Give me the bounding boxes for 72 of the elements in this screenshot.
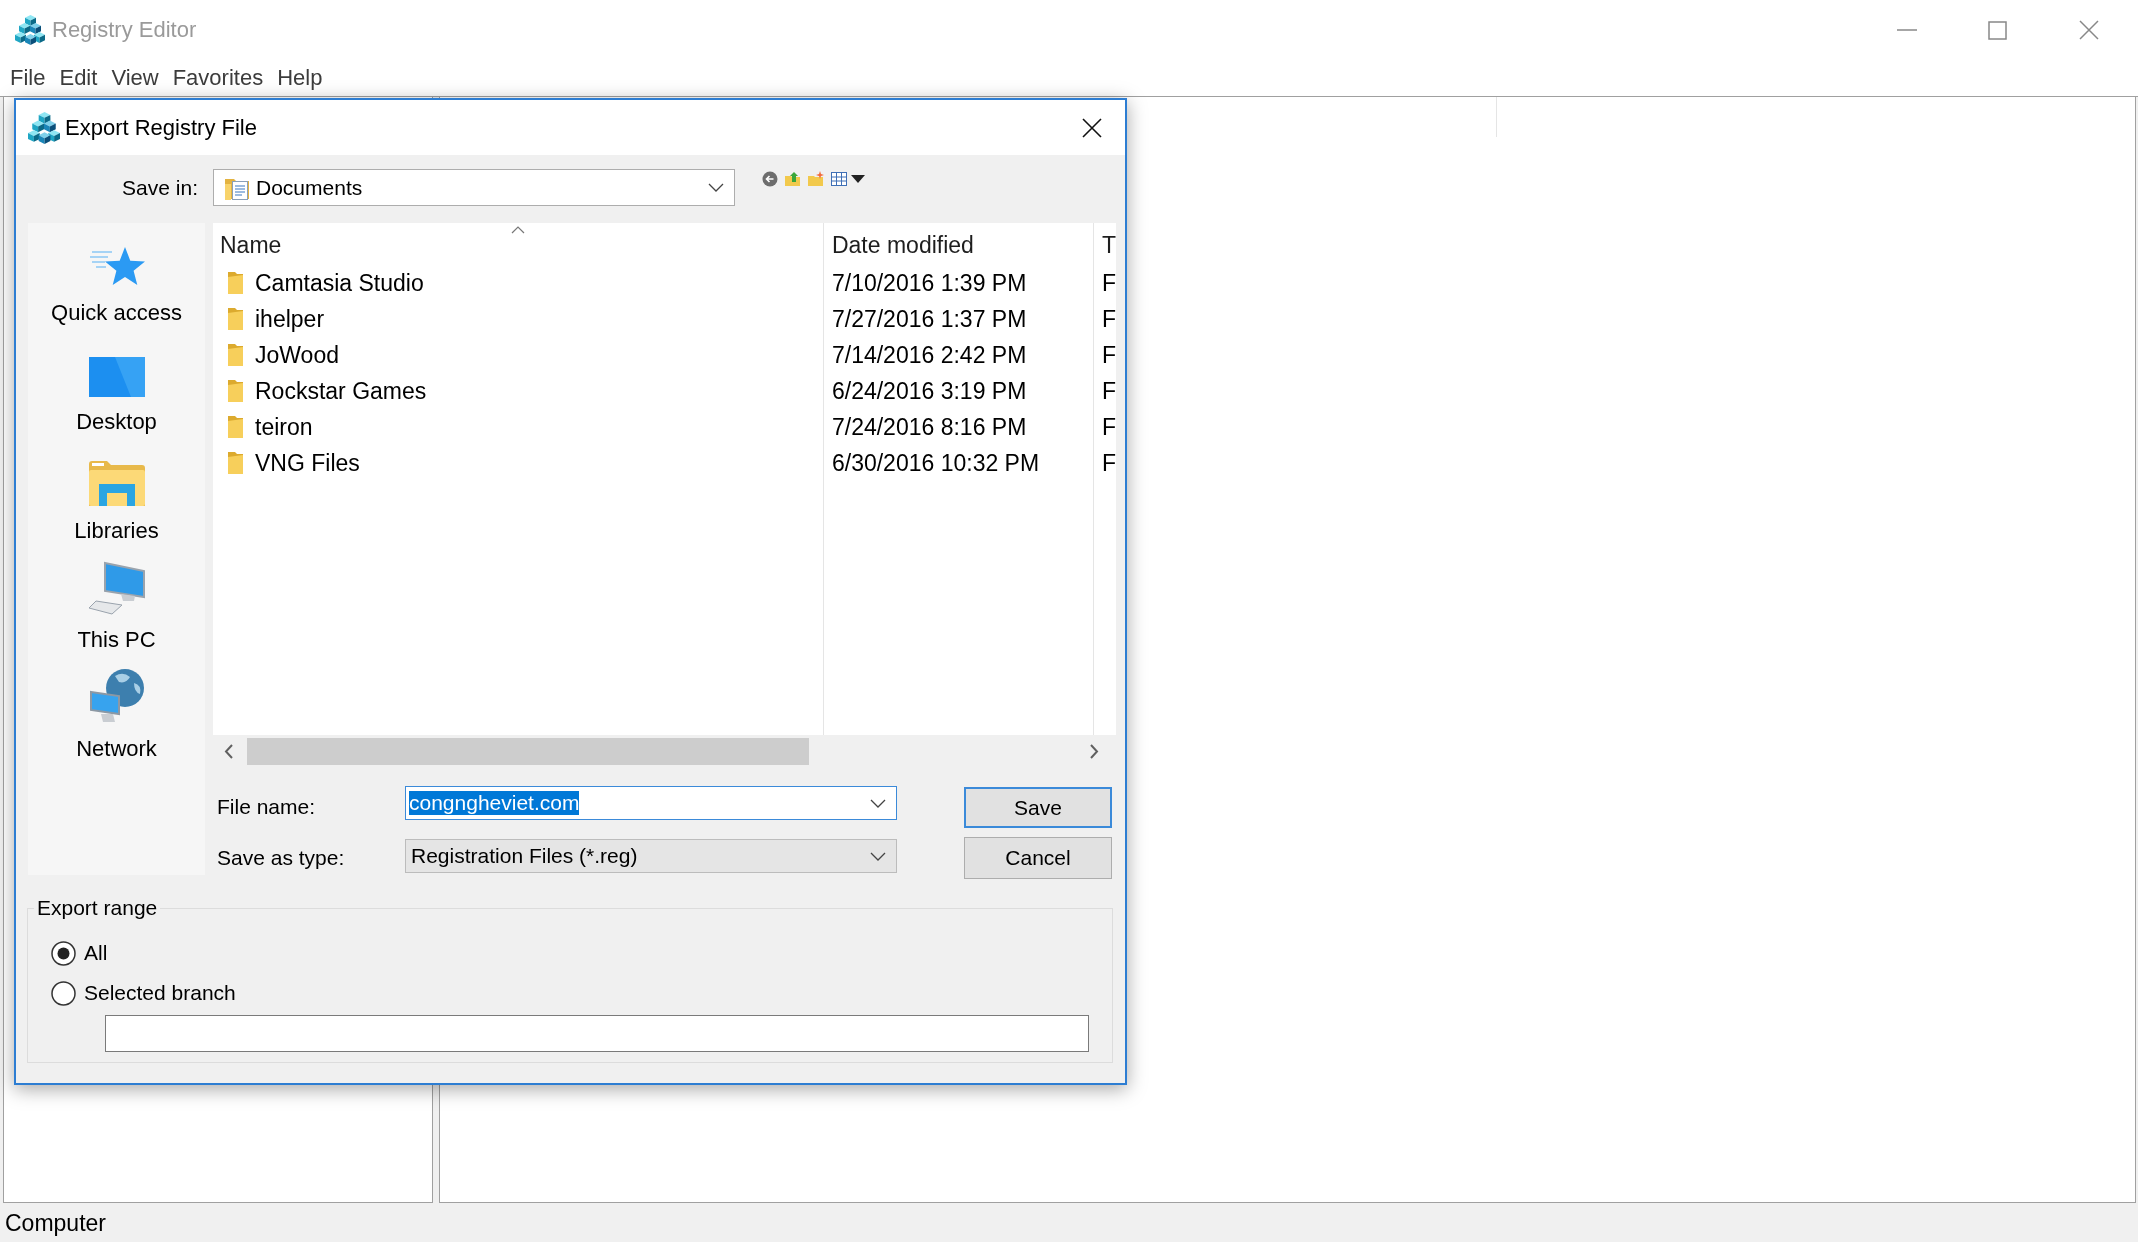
- folder-icon: [226, 343, 245, 367]
- library-folder-icon: [88, 460, 145, 506]
- places-item[interactable]: Network: [28, 666, 205, 775]
- table-cell: F: [1101, 413, 1116, 441]
- status-text: Computer: [5, 1208, 106, 1237]
- column-header[interactable]: T: [1093, 223, 1116, 265]
- dialog-title: Export Registry File: [65, 114, 257, 141]
- cubes-icon: [28, 111, 60, 144]
- table-cell: F: [1101, 449, 1116, 477]
- chevron-left-icon[interactable]: [224, 744, 234, 759]
- chevron-down-icon: [708, 183, 724, 192]
- maximize-icon[interactable]: [1988, 20, 2007, 40]
- field-label: File name:: [216, 793, 317, 820]
- date-modified-cell: 6/30/2016 10:32 PM: [831, 449, 1040, 477]
- folder-icon: [226, 379, 245, 403]
- places-item[interactable]: Quick access: [28, 230, 205, 339]
- chevron-right-icon[interactable]: [1090, 744, 1100, 759]
- menu-item[interactable]: Help: [270, 63, 330, 93]
- menu-item[interactable]: Favorites: [165, 63, 271, 93]
- radio-label: All: [84, 940, 108, 966]
- desktop-icon: [88, 357, 145, 397]
- places-item[interactable]: This PC: [28, 557, 205, 666]
- table-cell: F: [1101, 377, 1116, 405]
- folder-icon: [226, 307, 245, 331]
- save-in-dropdown[interactable]: Documents: [213, 169, 735, 206]
- folder-icon: [226, 271, 245, 295]
- table-cell: F: [1101, 341, 1116, 369]
- branch-path-field[interactable]: [105, 1015, 1089, 1052]
- folder-icon: [226, 415, 245, 439]
- table-cell: F: [1101, 269, 1116, 297]
- file-type-dropdown[interactable]: Registration Files (*.reg): [405, 839, 897, 873]
- file-name[interactable]: Rockstar Games: [255, 377, 427, 405]
- file-name[interactable]: Camtasia Studio: [255, 269, 424, 297]
- table-cell: F: [1101, 305, 1116, 333]
- chevron-down-icon: [870, 851, 886, 861]
- places-item[interactable]: Desktop: [28, 339, 205, 448]
- column-header[interactable]: Date modified: [823, 223, 1094, 265]
- date-modified-cell: 7/10/2016 1:39 PM: [831, 269, 1027, 297]
- file-name[interactable]: JoWood: [255, 341, 339, 369]
- file-name[interactable]: ihelper: [255, 305, 325, 333]
- dialog-button[interactable]: Cancel: [964, 837, 1112, 879]
- chevron-down-icon: [870, 798, 886, 808]
- menu-item[interactable]: Edit: [52, 63, 105, 93]
- group-label: Export range: [36, 897, 159, 919]
- file-name-field[interactable]: congngheviet.com: [405, 786, 897, 820]
- file-name[interactable]: teiron: [255, 413, 313, 441]
- dialog-button[interactable]: Save: [964, 787, 1112, 828]
- date-modified-cell: 7/27/2016 1:37 PM: [831, 305, 1027, 333]
- computer-icon: [87, 561, 146, 615]
- minimize-icon[interactable]: [1896, 29, 1917, 31]
- radio-label: Selected branch: [84, 980, 236, 1006]
- field-label: Save as type:: [216, 845, 346, 872]
- save-in-label: Save in:: [121, 175, 198, 201]
- caret-down-icon[interactable]: [851, 175, 865, 183]
- menu-item[interactable]: View: [104, 63, 166, 93]
- file-name[interactable]: VNG Files: [255, 449, 360, 477]
- grid-view-icon[interactable]: [831, 172, 847, 186]
- folder-icon: [226, 451, 245, 475]
- places-item[interactable]: Libraries: [28, 448, 205, 557]
- radio-button[interactable]: [51, 980, 76, 1006]
- menu-item[interactable]: File: [3, 63, 53, 93]
- window-title: Registry Editor: [52, 17, 197, 43]
- radio-button[interactable]: [51, 940, 76, 966]
- date-modified-cell: 7/14/2016 2:42 PM: [831, 341, 1027, 369]
- folder-up-arrow-icon[interactable]: [785, 171, 801, 187]
- date-modified-cell: 6/24/2016 3:19 PM: [831, 377, 1027, 405]
- date-modified-cell: 7/24/2016 8:16 PM: [831, 413, 1027, 441]
- close-icon[interactable]: [1082, 117, 1102, 138]
- network-globe-icon: [88, 668, 145, 724]
- column-header[interactable]: Name: [213, 223, 824, 265]
- scrollbar-thumb[interactable]: [247, 738, 809, 765]
- cubes-icon: [15, 15, 45, 45]
